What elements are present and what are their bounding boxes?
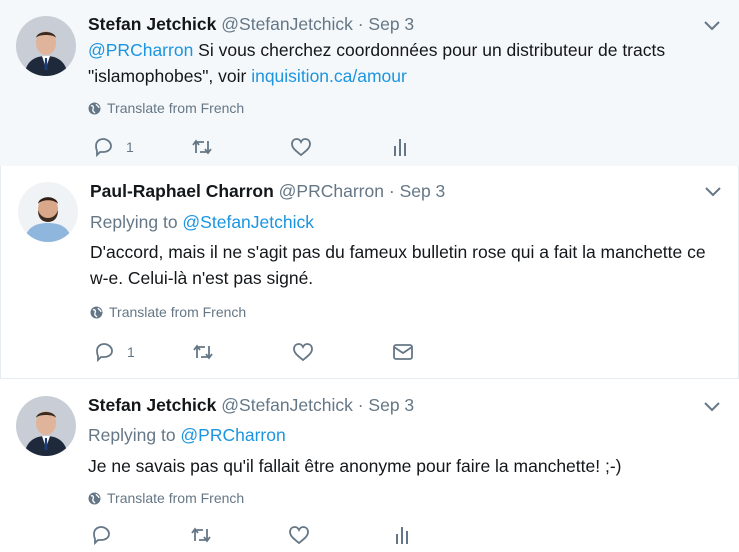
chevron-down-icon[interactable] bbox=[704, 21, 720, 31]
tweet-text: D'accord, mais il ne s'agit pas du fameu… bbox=[90, 239, 730, 291]
message-icon bbox=[393, 344, 413, 360]
like-icon bbox=[291, 138, 311, 157]
reply-button[interactable] bbox=[90, 524, 112, 546]
analytics-icon bbox=[396, 527, 408, 544]
tweet-1[interactable]: Stefan Jetchick @StefanJetchick · Sep 3 … bbox=[0, 0, 739, 166]
text-line: "islamophobes", voir bbox=[88, 66, 252, 86]
retweet-button[interactable] bbox=[189, 524, 213, 546]
tweet-text: Je ne savais pas qu'il fallait être anon… bbox=[88, 453, 728, 479]
retweet-icon bbox=[191, 527, 211, 543]
replying-label: Replying to bbox=[88, 425, 181, 445]
reply-icon bbox=[96, 343, 113, 363]
separator: · bbox=[388, 181, 395, 201]
replying-to-link[interactable]: @StefanJetchick bbox=[182, 212, 314, 232]
author-name[interactable]: Paul-Raphael Charron bbox=[90, 181, 274, 201]
globe-icon bbox=[88, 492, 101, 504]
tweet-date[interactable]: Sep 3 bbox=[400, 181, 446, 201]
retweet-button[interactable] bbox=[190, 136, 214, 158]
tweet-2[interactable]: Paul-Raphael Charron @PRCharron · Sep 3 … bbox=[0, 166, 739, 378]
globe-icon bbox=[88, 102, 101, 114]
translate-link[interactable]: Translate from French bbox=[88, 100, 244, 116]
action-bar bbox=[90, 524, 420, 548]
analytics-icon bbox=[394, 139, 406, 156]
reply-button[interactable]: 1 bbox=[93, 341, 135, 363]
text-line: D'accord, mais il ne s'agit pas du fameu… bbox=[90, 242, 706, 262]
avatar[interactable] bbox=[16, 16, 76, 76]
action-bar: 1 bbox=[92, 136, 422, 160]
like-button[interactable] bbox=[288, 524, 310, 546]
tweet-header: Stefan Jetchick @StefanJetchick · Sep 3 bbox=[88, 14, 414, 35]
author-handle[interactable]: @PRCharron bbox=[279, 181, 384, 201]
tweet-header: Stefan Jetchick @StefanJetchick · Sep 3 bbox=[88, 395, 414, 416]
replying-to-link[interactable]: @PRCharron bbox=[180, 425, 285, 445]
text-line: Si vous cherchez coordonnées pour un dis… bbox=[193, 40, 666, 60]
avatar[interactable] bbox=[16, 396, 76, 456]
text-line: w-e. Celui-là n'est pas signé. bbox=[90, 268, 314, 288]
like-button[interactable] bbox=[290, 136, 312, 158]
author-name[interactable]: Stefan Jetchick bbox=[88, 395, 216, 415]
author-handle[interactable]: @StefanJetchick bbox=[221, 395, 353, 415]
reply-count: 1 bbox=[126, 139, 134, 155]
direct-message-button[interactable] bbox=[392, 341, 414, 363]
translate-link[interactable]: Translate from French bbox=[90, 304, 246, 320]
text-line: Je ne savais pas qu'il fallait être anon… bbox=[88, 456, 622, 476]
action-bar: 1 bbox=[93, 341, 423, 365]
tweet-date[interactable]: Sep 3 bbox=[368, 14, 414, 34]
replying-to: Replying to @StefanJetchick bbox=[90, 212, 314, 233]
reply-icon bbox=[93, 526, 110, 546]
replying-label: Replying to bbox=[90, 212, 183, 232]
translate-label: Translate from French bbox=[107, 100, 245, 116]
separator: · bbox=[357, 14, 364, 34]
retweet-icon bbox=[192, 139, 212, 155]
author-handle[interactable]: @StefanJetchick bbox=[221, 14, 353, 34]
reply-count: 1 bbox=[127, 344, 135, 360]
like-icon bbox=[293, 343, 313, 362]
url-link[interactable]: inquisition.ca/amour bbox=[251, 66, 407, 86]
tweet-date[interactable]: Sep 3 bbox=[368, 395, 414, 415]
replying-to: Replying to @PRCharron bbox=[88, 425, 286, 446]
chevron-down-icon[interactable] bbox=[705, 187, 721, 197]
avatar[interactable] bbox=[18, 182, 78, 242]
globe-icon bbox=[90, 306, 103, 318]
like-button[interactable] bbox=[292, 341, 314, 363]
tweet-header: Paul-Raphael Charron @PRCharron · Sep 3 bbox=[90, 181, 445, 202]
chevron-down-icon[interactable] bbox=[704, 402, 720, 412]
translate-label: Translate from French bbox=[107, 490, 245, 506]
separator: · bbox=[357, 395, 364, 415]
mention-link[interactable]: @PRCharron bbox=[88, 40, 193, 60]
author-name[interactable]: Stefan Jetchick bbox=[88, 14, 216, 34]
reply-icon bbox=[95, 138, 112, 158]
tweet-text: @PRCharron Si vous cherchez coordonnées … bbox=[88, 37, 728, 89]
retweet-icon bbox=[193, 344, 213, 360]
reply-button[interactable]: 1 bbox=[92, 136, 134, 158]
tweet-3[interactable]: Stefan Jetchick @StefanJetchick · Sep 3 … bbox=[0, 378, 739, 552]
translate-link[interactable]: Translate from French bbox=[88, 490, 244, 506]
analytics-button[interactable] bbox=[392, 136, 408, 158]
translate-label: Translate from French bbox=[109, 304, 247, 320]
analytics-button[interactable] bbox=[394, 524, 410, 546]
retweet-button[interactable] bbox=[191, 341, 215, 363]
like-icon bbox=[289, 526, 309, 545]
